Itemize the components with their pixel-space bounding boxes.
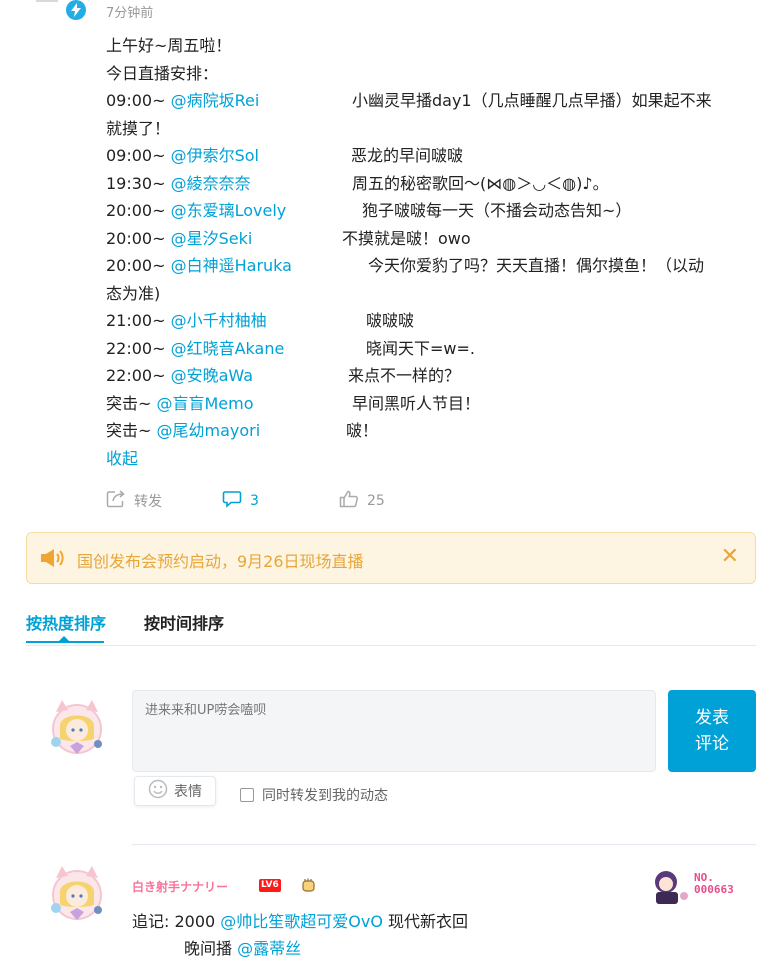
schedule-time: 22:00~ <box>106 366 166 385</box>
schedule-desc-continued: 就摸了！ <box>106 118 171 138</box>
schedule-time: 20:00~ <box>106 256 166 275</box>
schedule-desc: 晓闻天下=w=. <box>366 338 475 358</box>
tab-sort-time[interactable]: 按时间排序 <box>144 610 224 634</box>
comment-line-1: 追记: 2000 @帅比笙歌超可爱OvO 现代新衣回 <box>132 908 468 935</box>
user-mention[interactable]: @帅比笙歌超可爱OvO <box>220 912 383 931</box>
active-tab-caret <box>59 636 69 641</box>
header-divider <box>36 0 58 2</box>
submit-label-line2: 评论 <box>695 734 729 754</box>
schedule-row: 20:00~ @东爱璃Lovely 狍子啵啵每一天（不播会动态告知~） <box>106 197 762 225</box>
post-content: 上午好~周五啦！ 今日直播安排： 09:00~ @病院坂Rei 小幽灵早播day… <box>106 32 762 472</box>
commenter-avatar[interactable] <box>46 864 104 926</box>
schedule-desc: 小幽灵早播day1（几点睡醒几点早播）如果起不来 <box>352 91 712 110</box>
forward-checkbox[interactable] <box>240 788 254 802</box>
emoji-button[interactable]: 表情 <box>134 776 216 806</box>
schedule-row: 09:00~ @伊索尔Sol 恶龙的早间啵啵 <box>106 142 762 170</box>
schedule-desc: 早间黑听人节目！ <box>352 393 481 413</box>
schedule-time: 22:00~ <box>106 338 166 358</box>
schedule-time: 21:00~ <box>106 311 166 330</box>
user-mention[interactable]: @安晚aWa <box>171 366 253 385</box>
forward-checkbox-label: 同时转发到我的动态 <box>262 788 388 804</box>
level-badge: LV6 <box>259 879 281 892</box>
schedule-row: 20:00~ @白神遥Haruka 今天你爱豹了吗？天天直播！偶尔摸鱼！（以动 <box>106 252 762 280</box>
schedule-row: 09:00~ @病院坂Rei 小幽灵早播day1（几点睡醒几点早播）如果起不来 <box>106 87 762 115</box>
user-mention[interactable]: @尾幼mayori <box>157 421 261 440</box>
submit-comment-button[interactable]: 发表 评论 <box>668 690 756 772</box>
megaphone-icon <box>39 547 65 569</box>
forward-button[interactable]: 转发 <box>106 490 162 512</box>
schedule-desc: 周五的秘密歌回～(⋈◍＞◡＜◍)♪。 <box>352 173 609 193</box>
schedule-time: 09:00~ <box>106 91 166 110</box>
user-mention[interactable]: @东爱璃Lovely <box>171 201 287 220</box>
like-count: 25 <box>367 493 385 509</box>
schedule-desc: 恶龙的早间啵啵 <box>351 146 464 165</box>
schedule-desc: 啵啵啵 <box>366 311 415 330</box>
notice-text[interactable]: 国创发布会预约启动，9月26日现场直播 <box>77 548 364 572</box>
active-tab-indicator <box>26 641 104 643</box>
schedule-desc: 今天你爱豹了吗？天天直播！偶尔摸鱼！（以动 <box>368 256 705 275</box>
avatar[interactable] <box>46 698 104 760</box>
comment-prefix: 晚间播 <box>184 939 238 957</box>
submit-label-line1: 发表 <box>695 708 729 728</box>
schedule-row: 20:00~ @星汐Seki 不摸就是啵！owo <box>106 225 762 253</box>
comment-button[interactable]: 3 <box>222 490 259 512</box>
user-mention[interactable]: @盲盲Memo <box>157 394 254 413</box>
schedule-row: 22:00~ @安晚aWa 来点不一样的？ <box>106 362 762 390</box>
schedule-title: 今日直播安排： <box>106 63 219 83</box>
commenter-username[interactable]: 白き射手ナナリー <box>132 878 228 895</box>
emoji-label: 表情 <box>174 784 202 800</box>
schedule-desc: 来点不一样的？ <box>348 366 461 385</box>
comment-sort-tabs: 按热度排序 按时间排序 <box>26 606 756 646</box>
comment-input[interactable]: 进来来和UP唠会嗑呗 <box>132 690 656 772</box>
schedule-time: 突击~ <box>106 421 157 440</box>
schedule-time: 09:00~ <box>106 146 166 165</box>
schedule-time: 19:30~ <box>106 173 166 193</box>
fan-badge-number: NO. 000663 <box>694 872 734 896</box>
schedule-time: 突击~ <box>106 393 157 413</box>
thumbs-up-icon <box>339 490 359 512</box>
user-mention[interactable]: @伊索尔Sol <box>171 146 259 165</box>
user-mention[interactable]: @红晓音Akane <box>171 339 285 358</box>
schedule-desc: 不摸就是啵！owo <box>342 228 471 248</box>
tab-sort-hot[interactable]: 按热度排序 <box>26 610 106 634</box>
schedule-time: 20:00~ <box>106 201 166 220</box>
schedule-row: 21:00~ @小千村柚柚 啵啵啵 <box>106 307 762 335</box>
notice-banner: 国创发布会预约启动，9月26日现场直播 ✕ <box>26 532 756 584</box>
comment-line-2: 晚间播 @露蒂丝 <box>132 935 468 957</box>
user-mention[interactable]: @病院坂Rei <box>171 91 260 110</box>
schedule-row: 突击~ @尾幼mayori 啵！ <box>106 417 762 445</box>
fan-badge-no-value: 000663 <box>694 883 734 896</box>
user-mention[interactable]: @綾奈奈奈 <box>171 174 251 193</box>
post-time: 7分钟前 <box>106 6 154 21</box>
user-mention[interactable]: @小千村柚柚 <box>171 311 267 330</box>
schedule-desc: 狍子啵啵每一天（不播会动态告知~） <box>362 201 632 220</box>
schedule-desc-continued: 态为准) <box>106 283 161 303</box>
greeting-line: 上午好~周五啦！ <box>106 36 232 55</box>
comment-suffix: 现代新衣回 <box>382 912 469 931</box>
comment-prefix: 追记: 2000 <box>132 912 221 931</box>
close-icon[interactable]: ✕ <box>721 546 739 568</box>
user-mention[interactable]: @露蒂丝 <box>237 939 301 957</box>
like-button[interactable]: 25 <box>339 490 385 512</box>
collapse-link[interactable]: 收起 <box>106 445 762 473</box>
fist-badge-icon <box>300 876 318 894</box>
schedule-row: 19:30~ @綾奈奈奈 周五的秘密歌回～(⋈◍＞◡＜◍)♪。 <box>106 170 762 198</box>
comment-divider <box>132 844 756 845</box>
comment-count: 3 <box>250 493 259 509</box>
forward-label: 转发 <box>134 494 162 510</box>
schedule-row: 突击~ @盲盲Memo 早间黑听人节目！ <box>106 390 762 418</box>
forward-icon <box>106 490 126 512</box>
user-mention[interactable]: @白神遥Haruka <box>171 256 292 275</box>
schedule-row: 22:00~ @红晓音Akane 晓闻天下=w=. <box>106 335 762 363</box>
comment-icon <box>222 490 242 512</box>
schedule-desc: 啵！ <box>346 421 379 440</box>
post-header: 7分钟前 <box>0 0 772 24</box>
forward-to-feed-option[interactable]: 同时转发到我的动态 <box>240 785 388 805</box>
smiley-icon <box>148 779 168 803</box>
lightning-icon <box>66 0 86 20</box>
schedule-time: 20:00~ <box>106 228 166 248</box>
comment-text: 追记: 2000 @帅比笙歌超可爱OvO 现代新衣回 晚间播 @露蒂丝 <box>132 908 468 957</box>
user-mention[interactable]: @星汐Seki <box>171 229 253 248</box>
post-actions: 转发 3 25 <box>106 490 406 514</box>
